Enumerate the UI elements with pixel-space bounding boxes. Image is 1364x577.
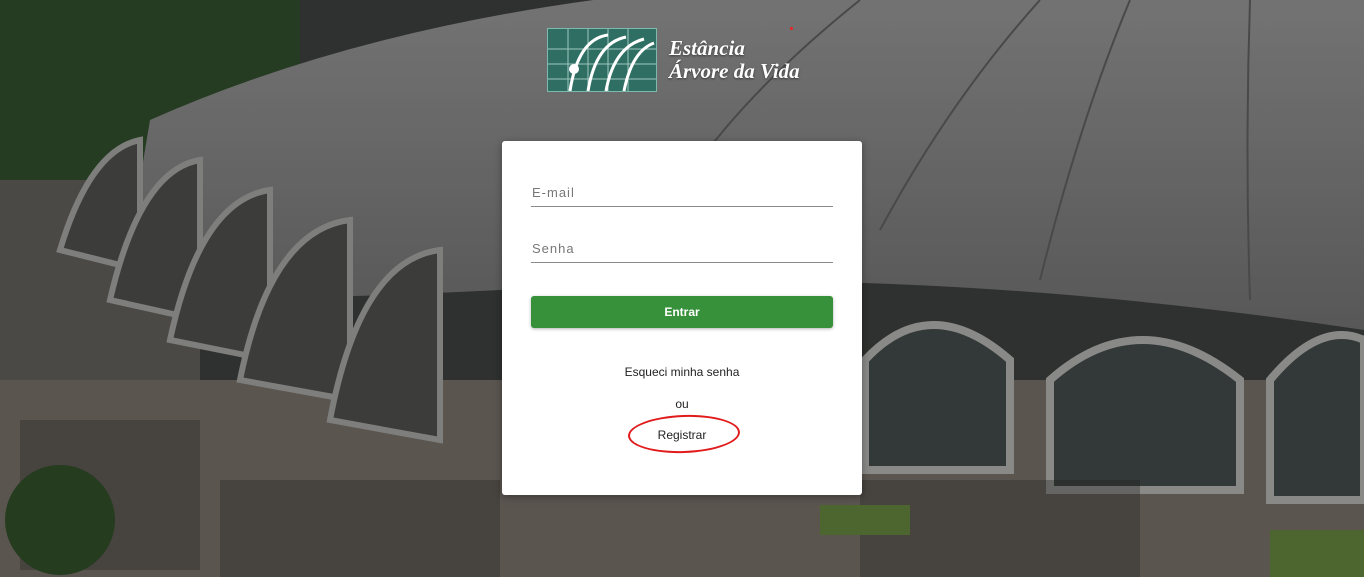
logo-emblem-icon [547, 28, 657, 92]
login-button[interactable]: Entrar [531, 296, 833, 328]
brand-logo: Estância Árvore da Vida [547, 28, 827, 92]
login-card: Entrar Esqueci minha senha ou Registrar [502, 141, 862, 495]
brand-line-2: Árvore da Vida [669, 59, 800, 83]
password-field[interactable] [531, 234, 833, 262]
register-link[interactable]: Registrar [502, 428, 862, 442]
email-field[interactable] [531, 178, 833, 206]
brand-line-1: Estância [669, 36, 745, 60]
email-field-wrapper [531, 178, 833, 207]
brand-name: Estância Árvore da Vida [669, 37, 800, 83]
or-separator: ou [675, 397, 689, 411]
password-field-wrapper [531, 234, 833, 263]
forgot-password-link[interactable]: Esqueci minha senha [502, 365, 862, 379]
